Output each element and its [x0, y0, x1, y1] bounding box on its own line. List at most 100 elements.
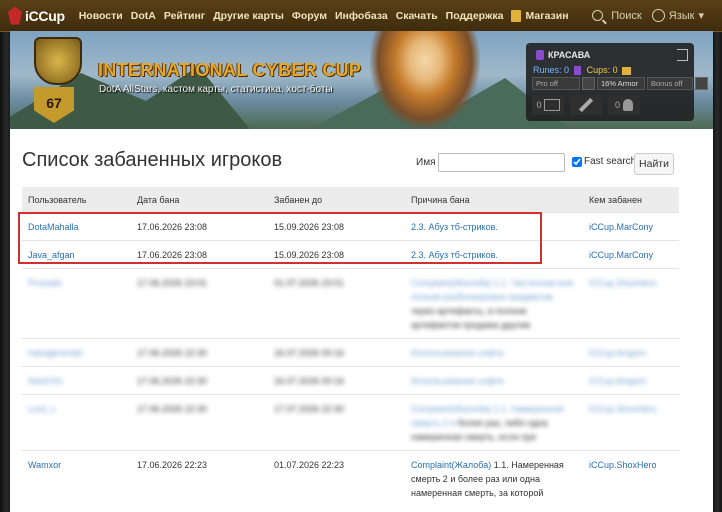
user-panel: КРАСАВА Runes: 0 Cups: 0 Pro off 16% Arm…: [526, 43, 708, 121]
level-badge: 67: [34, 87, 74, 123]
ban-until: 15.09.2026 23:08: [268, 240, 405, 269]
settings-button[interactable]: [570, 95, 602, 115]
nav-infobase[interactable]: Инфобаза: [335, 10, 388, 22]
nav-right: Поиск Язык ▾: [592, 0, 704, 31]
user-link[interactable]: Protoabi: [28, 278, 62, 288]
person-icon: [623, 99, 633, 111]
user-stats: Runes: 0 Cups: 0: [533, 65, 632, 76]
table-row: habagkrendel 17.06.2026 22:30 16.07.2026…: [22, 338, 679, 367]
site-logo[interactable]: iCCup: [8, 6, 65, 25]
envelope-icon: [543, 99, 560, 111]
reason-link[interactable]: 2.3. Абуз тб-стриков.: [411, 250, 498, 260]
page-title: Список забаненных игроков: [22, 149, 283, 171]
logo-icon: [8, 6, 22, 25]
nav-forum[interactable]: Форум: [292, 10, 327, 22]
banner-title: INTERNATIONAL CYBER CUP: [98, 60, 362, 80]
ban-date: 17.06.2026 23:01: [131, 268, 268, 339]
ban-date: 17.06.2026 22:30: [131, 338, 268, 367]
messages-count: 0: [536, 100, 542, 110]
header-banned-until: Забанен до: [268, 187, 405, 213]
find-button[interactable]: Найти: [634, 153, 674, 175]
pro-toggle-icon[interactable]: [582, 77, 595, 90]
trophy-icon: [34, 37, 82, 85]
moderator-link[interactable]: iCCup.bingorn: [589, 348, 647, 358]
user-link[interactable]: Java_afgan: [28, 250, 75, 260]
ban-date: 17.06.2026 23:08: [131, 240, 268, 269]
cups-value: 0: [612, 65, 618, 76]
reason-link[interactable]: Complaint(Жалоба) 1.1. Частичная или пол…: [411, 278, 573, 302]
cups-label: Cups:: [586, 65, 611, 76]
moderator-link[interactable]: iCCup.ShoxHero: [589, 278, 657, 288]
bans-table: Пользователь Дата бана Забанен до Причин…: [22, 187, 679, 506]
table-row: Protoabi 17.06.2026 23:01 01.07.2026 23:…: [22, 268, 679, 339]
reason-cell: Complaint(Жалоба) 1.1. Намеренная смерть…: [405, 394, 583, 451]
banner-hero-art: [370, 31, 480, 129]
header-user: Пользователь: [22, 187, 131, 213]
friends-button[interactable]: 0: [608, 95, 640, 115]
messages-button[interactable]: 0: [532, 95, 564, 115]
moderator-link[interactable]: iCCup.ShoxHero: [589, 460, 657, 470]
level-trophy: 67: [26, 37, 86, 123]
reason-link[interactable]: Complaint(Жалоба): [411, 460, 491, 470]
name-search-input[interactable]: [438, 153, 565, 172]
ban-date: 17.06.2026 22:30: [131, 394, 268, 451]
search-link[interactable]: Поиск: [592, 10, 642, 22]
nav-download[interactable]: Скачать: [396, 10, 438, 22]
chevron-down-icon: ▾: [698, 10, 704, 22]
language-label: Язык: [668, 9, 695, 22]
user-name-text: КРАСАВА: [548, 50, 591, 60]
header-banned-by: Кем забанен: [583, 187, 679, 213]
table-row: Wamxor 17.06.2026 22:23 01.07.2026 22:23…: [22, 450, 679, 506]
ban-until: 01.07.2026 23:01: [268, 268, 405, 339]
background-right: [712, 30, 722, 512]
pro-status[interactable]: Pro off: [532, 77, 580, 90]
globe-icon: [651, 9, 665, 22]
ban-until: 15.09.2026 23:08: [268, 212, 405, 241]
runes-label: Runes:: [533, 65, 562, 75]
top-nav: iCCup Новости DotA Рейтинг Другие карты …: [0, 0, 722, 32]
fast-search-label: Fast search: [584, 156, 637, 167]
name-search-label: Имя: [416, 157, 436, 168]
user-actions: 0 0: [532, 95, 640, 115]
shop-bag-icon: [511, 9, 522, 22]
nav-news[interactable]: Новости: [79, 10, 123, 22]
nav-support[interactable]: Поддержка: [446, 10, 504, 22]
ban-date: 17.06.2026 22:30: [131, 366, 268, 395]
ban-until: 16.07.2026 00:16: [268, 338, 405, 367]
table-row: Lord_s 17.06.2026 22:30 17.07.2026 22:30…: [22, 394, 679, 451]
moderator-link[interactable]: iCCup.ShoxHero: [589, 404, 657, 414]
user-link[interactable]: Lord_s: [28, 404, 56, 414]
logout-icon[interactable]: [677, 49, 688, 61]
moderator-link[interactable]: iCCup.MarCony: [589, 222, 653, 232]
bonus-toggle-icon[interactable]: [695, 77, 708, 90]
language-dropdown[interactable]: Язык ▾: [651, 9, 704, 22]
nav-shop[interactable]: Магазин: [511, 9, 569, 22]
user-name[interactable]: КРАСАВА: [536, 50, 590, 60]
reason-text: через артефакты, в полном артефактов про…: [411, 306, 531, 330]
user-link[interactable]: Wamxor: [28, 460, 61, 470]
user-link[interactable]: NashVtn: [28, 376, 63, 386]
table-row: DotaMahalla 17.06.2026 23:08 15.09.2026 …: [22, 212, 679, 241]
nav-other-maps[interactable]: Другие карты: [213, 10, 284, 22]
nav-rating[interactable]: Рейтинг: [164, 10, 205, 22]
fast-search-toggle[interactable]: Fast search: [572, 156, 636, 167]
cups-stat: Cups: 0: [587, 65, 632, 75]
bonus-status[interactable]: Bonus off: [647, 77, 693, 90]
reason-link[interactable]: Использование софта: [411, 348, 504, 358]
runes-stat: Runes: 0: [533, 65, 581, 76]
search-icon: [592, 10, 604, 21]
user-link[interactable]: DotaMahalla: [28, 222, 79, 232]
reason-link[interactable]: 2.3. Абуз тб-стриков.: [411, 222, 498, 232]
ban-until: 16.07.2026 00:16: [268, 366, 405, 395]
reason-link[interactable]: Использование софта: [411, 376, 504, 386]
friends-count: 0: [614, 100, 620, 110]
user-link[interactable]: habagkrendel: [28, 348, 83, 358]
moderator-link[interactable]: iCCup.bingorn: [589, 376, 647, 386]
header-reason: Причина бана: [405, 187, 583, 213]
wrench-icon: [578, 97, 594, 113]
nav-dota[interactable]: DotA: [131, 10, 156, 22]
moderator-link[interactable]: iCCup.MarCony: [589, 250, 653, 260]
main-content: Список забаненных игроков Имя Fast searc…: [10, 129, 713, 512]
fast-search-checkbox[interactable]: [572, 156, 582, 167]
user-avatar-icon: [536, 50, 544, 60]
